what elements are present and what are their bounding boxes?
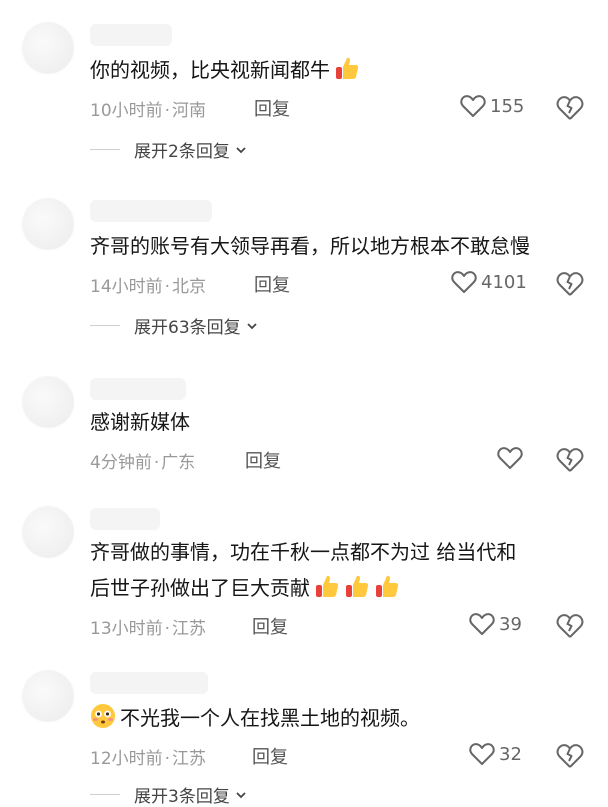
reply-button[interactable]: 回复 bbox=[245, 447, 281, 473]
thumbs-up-icon bbox=[374, 573, 400, 610]
comment-text: 不光我一个人在找黑土地的视频。 bbox=[90, 700, 420, 740]
like-count: 32 bbox=[499, 743, 522, 765]
comment-location: 广东 bbox=[161, 453, 196, 473]
like-button[interactable] bbox=[497, 446, 523, 470]
comment-time: 10小时前 bbox=[90, 101, 163, 121]
reply-button[interactable]: 回复 bbox=[252, 613, 288, 639]
comment-time: 12小时前 bbox=[90, 749, 163, 769]
chevron-down-icon bbox=[236, 791, 246, 798]
comment-text: 感谢新媒体 bbox=[90, 410, 190, 434]
comment-text: 你的视频，比央视新闻都牛 bbox=[90, 52, 360, 92]
expand-replies-label: 展开63条回复 bbox=[134, 318, 241, 338]
like-count: 4101 bbox=[481, 271, 527, 293]
thumbs-up-icon bbox=[334, 55, 360, 92]
broken-heart-icon[interactable] bbox=[556, 446, 584, 474]
avatar[interactable] bbox=[22, 670, 74, 722]
comment-time: 4分钟前 bbox=[90, 453, 152, 473]
username-blurred[interactable] bbox=[90, 672, 208, 694]
comment-location: 北京 bbox=[172, 277, 207, 297]
comment-text-line2: 后世子孙做出了巨大贡献 bbox=[90, 570, 400, 610]
avatar[interactable] bbox=[22, 376, 74, 428]
broken-heart-icon[interactable] bbox=[556, 270, 584, 298]
reply-button[interactable]: 回复 bbox=[252, 743, 288, 769]
expand-replies-button[interactable]: 展开63条回复 bbox=[90, 313, 259, 338]
comment-location: 江苏 bbox=[172, 619, 207, 639]
like-count: 39 bbox=[499, 613, 522, 635]
avatar[interactable] bbox=[22, 22, 74, 74]
chevron-down-icon bbox=[236, 146, 246, 153]
comment-time: 13小时前 bbox=[90, 619, 163, 639]
broken-heart-icon[interactable] bbox=[556, 612, 584, 640]
avatar[interactable] bbox=[22, 198, 74, 250]
thumbs-up-icon bbox=[314, 573, 340, 610]
heart-icon bbox=[451, 271, 477, 293]
like-button[interactable]: 32 bbox=[469, 742, 522, 766]
comment-meta: 4分钟前 · 广东 bbox=[90, 453, 196, 473]
comment-meta: 14小时前 · 北京 bbox=[90, 277, 207, 297]
username-blurred[interactable] bbox=[90, 508, 160, 530]
avatar[interactable] bbox=[22, 506, 74, 558]
expand-replies-button[interactable]: 展开3条回复 bbox=[90, 782, 248, 807]
comment-location: 河南 bbox=[172, 101, 207, 121]
heart-icon bbox=[460, 95, 486, 117]
username-blurred[interactable] bbox=[90, 378, 186, 400]
comment-text: 齐哥的账号有大领导再看，所以地方根本不敢怠慢 bbox=[90, 234, 530, 258]
heart-icon bbox=[469, 613, 495, 635]
heart-icon bbox=[469, 743, 495, 765]
divider-line bbox=[90, 149, 120, 150]
divider-line bbox=[90, 794, 120, 795]
expand-replies-label: 展开2条回复 bbox=[134, 142, 230, 162]
expand-replies-button[interactable]: 展开2条回复 bbox=[90, 137, 248, 162]
like-button[interactable]: 39 bbox=[469, 612, 522, 636]
username-blurred[interactable] bbox=[90, 24, 172, 46]
comment-meta: 12小时前 · 江苏 bbox=[90, 749, 207, 769]
comment-time: 14小时前 bbox=[90, 277, 163, 297]
broken-heart-icon[interactable] bbox=[556, 94, 584, 122]
like-count: 155 bbox=[490, 95, 525, 117]
like-button[interactable]: 155 bbox=[460, 94, 524, 118]
thumbs-up-icon bbox=[344, 573, 370, 610]
chevron-down-icon bbox=[247, 322, 257, 329]
comment-text: 齐哥做的事情，功在千秋一点都不为过 给当代和 bbox=[90, 540, 517, 564]
like-button[interactable]: 4101 bbox=[451, 270, 527, 294]
divider-line bbox=[90, 325, 120, 326]
username-blurred[interactable] bbox=[90, 200, 212, 222]
comment-location: 江苏 bbox=[172, 749, 207, 769]
reply-button[interactable]: 回复 bbox=[254, 95, 290, 121]
broken-heart-icon[interactable] bbox=[556, 742, 584, 770]
heart-icon bbox=[497, 447, 523, 469]
flushed-face-icon bbox=[90, 703, 116, 740]
expand-replies-label: 展开3条回复 bbox=[134, 787, 230, 807]
reply-button[interactable]: 回复 bbox=[254, 271, 290, 297]
comment-meta: 10小时前 · 河南 bbox=[90, 101, 207, 121]
comment-meta: 13小时前 · 江苏 bbox=[90, 619, 207, 639]
